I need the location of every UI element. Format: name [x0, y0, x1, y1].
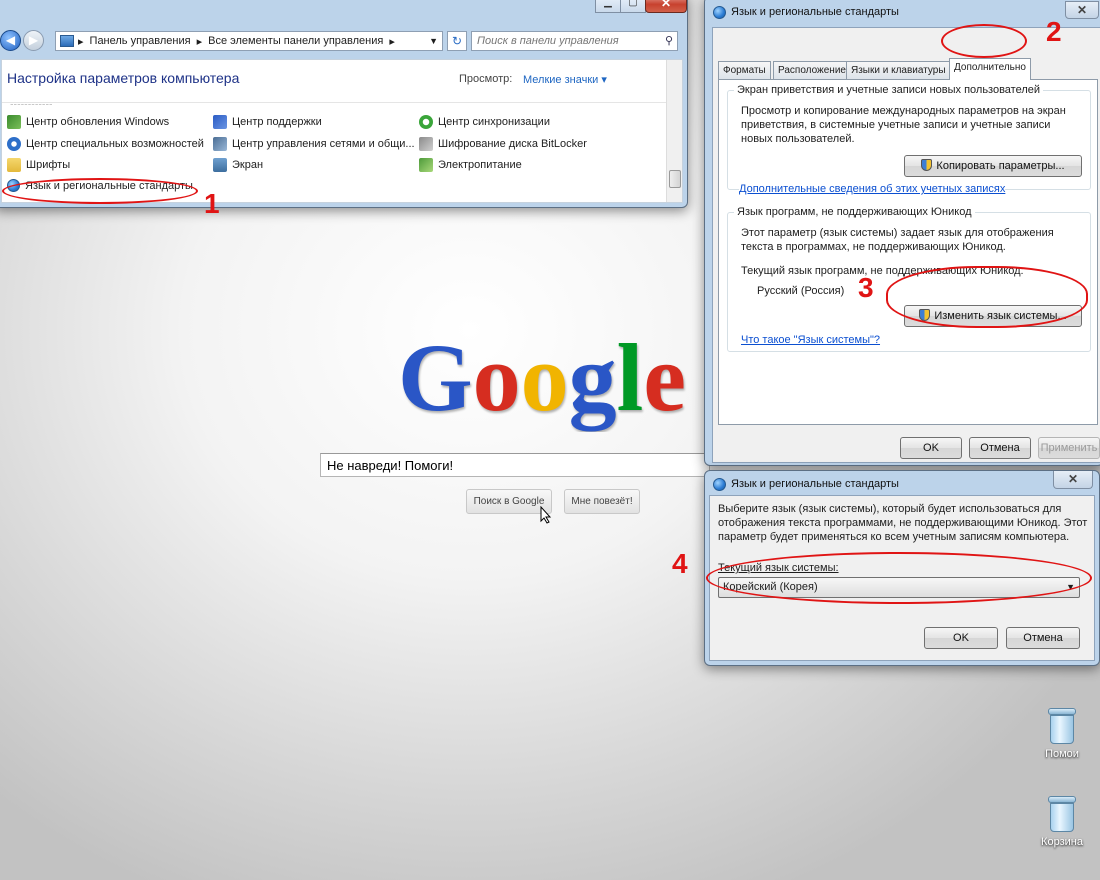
annotation-number-1: 1: [204, 188, 220, 219]
sync-center-icon: [419, 115, 433, 129]
tab-panel: Экран приветствия и учетные записи новых…: [718, 79, 1098, 425]
annotation-number-4: 4: [672, 548, 688, 579]
annotation-ellipse-3: [886, 266, 1088, 328]
region-language-dialog: Язык и региональные стандарты ✕ Форматы …: [704, 0, 1100, 466]
group-description: Просмотр и копирование международных пар…: [741, 105, 1066, 145]
action-center-flag-icon: [213, 115, 227, 129]
close-button[interactable]: ✕: [645, 0, 687, 13]
tab-formats[interactable]: Форматы: [718, 61, 771, 79]
group-title: Экран приветствия и учетные записи новых…: [734, 84, 1044, 96]
dialog-title-bar: Язык и региональные стандарты: [705, 473, 1099, 495]
view-label: Просмотр:: [459, 73, 513, 85]
cp-item-power-options[interactable]: Электропитание: [419, 158, 522, 172]
desktop-icon-pomoi[interactable]: Помои: [1032, 708, 1092, 760]
cp-item-display[interactable]: Экран: [213, 158, 263, 172]
cut-off-row: ▪▪▪▪▪▪▪▪▪▪▪▪: [10, 101, 650, 105]
apply-button[interactable]: Применить: [1038, 437, 1100, 459]
copy-settings-button[interactable]: Копировать параметры...: [904, 155, 1082, 177]
control-panel-window: ▁ ▢ ✕ ◀ ▶ ▸ Панель управления ▸ Все элем…: [0, 0, 688, 208]
region-language-icon: [713, 477, 726, 491]
fonts-folder-icon: [7, 158, 21, 172]
cp-item-windows-update[interactable]: Центр обновления Windows: [7, 115, 169, 129]
dialog-content: Форматы Расположение Языки и клавиатуры …: [712, 27, 1100, 463]
uac-shield-icon: [921, 159, 933, 171]
windows-update-icon: [7, 115, 21, 129]
address-dropdown-icon[interactable]: ▼: [429, 36, 438, 46]
search-input[interactable]: [472, 32, 652, 50]
cancel-button[interactable]: Отмена: [1006, 627, 1080, 649]
logo-letter: e: [643, 324, 686, 431]
recycle-bin-icon: [1048, 708, 1076, 744]
cancel-button[interactable]: Отмена: [969, 437, 1031, 459]
cp-item-network-center[interactable]: Центр управления сетями и общи...: [213, 137, 415, 151]
search-icon[interactable]: ⚲: [665, 34, 673, 47]
group-title: Язык программ, не поддерживающих Юникод: [734, 206, 975, 218]
dialog-description: Выберите язык (язык системы), который бу…: [718, 503, 1088, 543]
logo-letter: o: [472, 324, 521, 431]
bitlocker-icon: [419, 137, 433, 151]
annotation-number-3: 3: [858, 272, 874, 303]
welcome-screen-group: Экран приветствия и учетные записи новых…: [727, 84, 1091, 195]
desktop-icon-label: Помои: [1045, 748, 1079, 760]
refresh-button[interactable]: ↻: [447, 31, 467, 51]
dialog-title: Язык и региональные стандарты: [731, 6, 899, 18]
annotation-number-2: 2: [1046, 16, 1062, 47]
dialog-title: Язык и региональные стандарты: [731, 478, 899, 490]
display-icon: [213, 158, 227, 172]
search-box[interactable]: ⚲: [471, 31, 678, 51]
dialog-title-bar: Язык и региональные стандарты: [705, 1, 1100, 23]
maximize-button[interactable]: ▢: [620, 0, 646, 13]
power-options-icon: [419, 158, 433, 172]
control-panel-icon: [60, 35, 74, 47]
desktop-icon-recycle-bin[interactable]: Корзина: [1032, 796, 1092, 848]
scrollbar[interactable]: [666, 60, 682, 202]
google-logo: Google: [398, 322, 708, 432]
breadcrumb-current[interactable]: Все элементы панели управления: [208, 35, 383, 47]
scrollbar-thumb[interactable]: [669, 170, 681, 188]
cp-item-accessibility[interactable]: Центр специальных возможностей: [7, 137, 204, 151]
tab-keyboards[interactable]: Языки и клавиатуры: [846, 61, 951, 79]
logo-letter: G: [398, 324, 473, 431]
region-language-icon: [713, 5, 726, 19]
tab-advanced[interactable]: Дополнительно: [949, 58, 1031, 80]
google-search-input[interactable]: [320, 453, 710, 477]
close-button[interactable]: ✕: [1053, 471, 1093, 489]
view-dropdown[interactable]: Мелкие значки ▾: [523, 73, 607, 86]
logo-letter: l: [616, 324, 644, 431]
current-language-value: Русский (Россия): [757, 285, 845, 297]
mouse-cursor-icon: [540, 506, 552, 524]
page-title: Настройка параметров компьютера: [7, 70, 240, 86]
group-description: Этот параметр (язык системы) задает язык…: [741, 227, 1054, 253]
cp-item-fonts[interactable]: Шрифты: [7, 158, 70, 172]
breadcrumb-root[interactable]: Панель управления: [90, 35, 191, 47]
logo-letter: o: [520, 324, 569, 431]
minimize-button[interactable]: ▁: [595, 0, 621, 13]
desktop-icon-label: Корзина: [1041, 836, 1083, 848]
close-button[interactable]: ✕: [1065, 1, 1099, 19]
recycle-bin-icon: [1048, 796, 1076, 832]
annotation-ellipse-1: [2, 178, 198, 204]
address-bar[interactable]: ▸ Панель управления ▸ Все элементы панел…: [55, 31, 443, 51]
cp-item-action-center[interactable]: Центр поддержки: [213, 115, 322, 129]
back-button[interactable]: ◀: [0, 30, 21, 51]
accessibility-icon: [7, 137, 21, 151]
forward-button[interactable]: ▶: [23, 30, 44, 51]
network-center-icon: [213, 137, 227, 151]
logo-letter: g: [568, 324, 617, 431]
system-locale-help-link[interactable]: Что такое "Язык системы"?: [741, 334, 880, 346]
annotation-ellipse-2: [941, 24, 1027, 58]
annotation-ellipse-4: [706, 552, 1092, 604]
ok-button[interactable]: OK: [924, 627, 998, 649]
accounts-info-link[interactable]: Дополнительные сведения об этих учетных …: [739, 183, 1006, 195]
cp-item-sync-center[interactable]: Центр синхронизации: [419, 115, 550, 129]
cp-item-bitlocker[interactable]: Шифрование диска BitLocker: [419, 137, 587, 151]
ok-button[interactable]: OK: [900, 437, 962, 459]
feeling-lucky-button[interactable]: Мне повезёт!: [564, 489, 640, 514]
tab-location[interactable]: Расположение: [773, 61, 851, 79]
